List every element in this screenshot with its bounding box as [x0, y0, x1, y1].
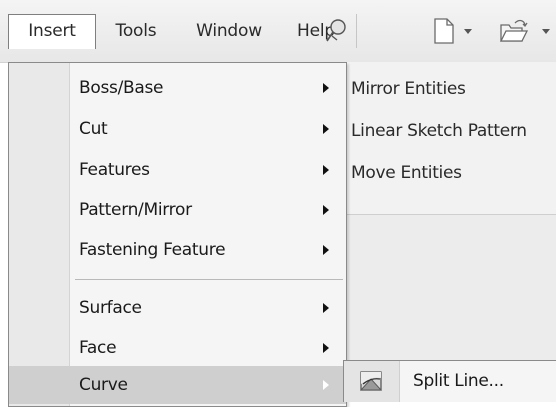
menu-item-curve[interactable]: Curve [9, 366, 346, 404]
menu-item-label: Cut [79, 119, 108, 139]
menu-item-label: Face [79, 338, 117, 358]
menu-item-cut[interactable]: Cut [9, 110, 346, 148]
submenu-arrow-icon [323, 343, 329, 353]
open-folder-icon[interactable] [498, 16, 530, 46]
submenu-arrow-icon [323, 83, 329, 93]
submenu-arrow-icon [323, 124, 329, 134]
menu-bar: Insert Tools Window Help [0, 0, 556, 63]
dropdown-arrow-icon[interactable] [462, 16, 474, 46]
menu-item-label: Curve [79, 375, 128, 395]
new-document-icon[interactable] [432, 16, 456, 46]
submenu-arrow-icon [323, 165, 329, 175]
submenu-arrow-icon [323, 380, 329, 390]
menu-item-features[interactable]: Features [9, 151, 346, 189]
sketch-toolbar-panel: Mirror Entities Linear Sketch Pattern Mo… [346, 62, 556, 215]
menu-item-fastening-feature[interactable]: Fastening Feature [9, 231, 346, 269]
menu-item-boss-base[interactable]: Boss/Base [9, 69, 346, 107]
menu-item-face[interactable]: Face [9, 329, 346, 367]
dropdown-arrow-icon[interactable] [540, 16, 552, 46]
menu-item-split-line[interactable]: Split Line... [413, 361, 504, 403]
linear-sketch-pattern-button[interactable]: Linear Sketch Pattern [351, 112, 527, 150]
mirror-entities-button[interactable]: Mirror Entities [351, 70, 466, 108]
menu-item-label: Pattern/Mirror [79, 200, 192, 220]
menu-tools[interactable]: Tools [104, 14, 168, 48]
curve-submenu: Split Line... [343, 360, 556, 402]
menu-item-pattern-mirror[interactable]: Pattern/Mirror [9, 191, 346, 229]
insert-menu: Boss/Base Cut Features Pattern/Mirror Fa… [8, 62, 347, 407]
submenu-arrow-icon [323, 245, 329, 255]
menu-item-label: Features [79, 160, 150, 180]
submenu-arrow-icon [323, 205, 329, 215]
menu-insert[interactable]: Insert [8, 14, 96, 49]
menu-item-label: Boss/Base [79, 78, 164, 98]
menu-item-label: Surface [79, 298, 142, 318]
menu-item-label: Fastening Feature [79, 240, 226, 260]
toolbar-separator [356, 14, 357, 48]
submenu-arrow-icon [323, 303, 329, 313]
menu-divider [75, 279, 343, 280]
pin-icon[interactable] [323, 16, 349, 46]
move-entities-button[interactable]: Move Entities [351, 154, 462, 192]
split-line-icon [359, 371, 383, 391]
menu-item-surface[interactable]: Surface [9, 289, 346, 327]
menu-window[interactable]: Window [182, 14, 276, 48]
